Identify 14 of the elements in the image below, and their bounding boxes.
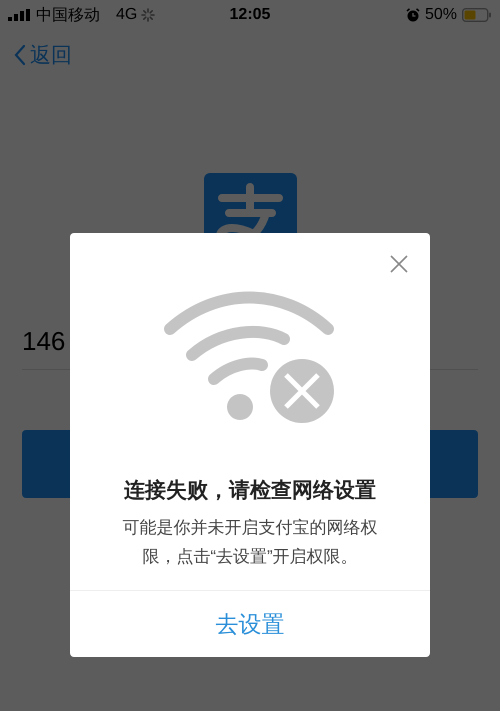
- carrier-name: 中国移动: [36, 6, 100, 26]
- clock-time: 12:05: [230, 6, 270, 23]
- network-type: 4G: [116, 6, 138, 24]
- battery-percent: 50%: [424, 6, 457, 24]
- back-link[interactable]: 返回: [14, 41, 72, 69]
- dialog-title: 连接失败，请检查网络设置: [124, 478, 376, 504]
- close-icon[interactable]: [390, 255, 408, 273]
- settings-button[interactable]: 去设置: [208, 604, 292, 644]
- dialog-message: 可能是你并未开启支付宝的网络权限，点击“去设置”开启权限。: [121, 517, 378, 568]
- signal-icon: [8, 9, 32, 21]
- alarm-icon: [406, 8, 420, 22]
- back-chevron-icon: [14, 44, 26, 66]
- loading-icon: [141, 8, 156, 22]
- battery-icon: [462, 8, 492, 22]
